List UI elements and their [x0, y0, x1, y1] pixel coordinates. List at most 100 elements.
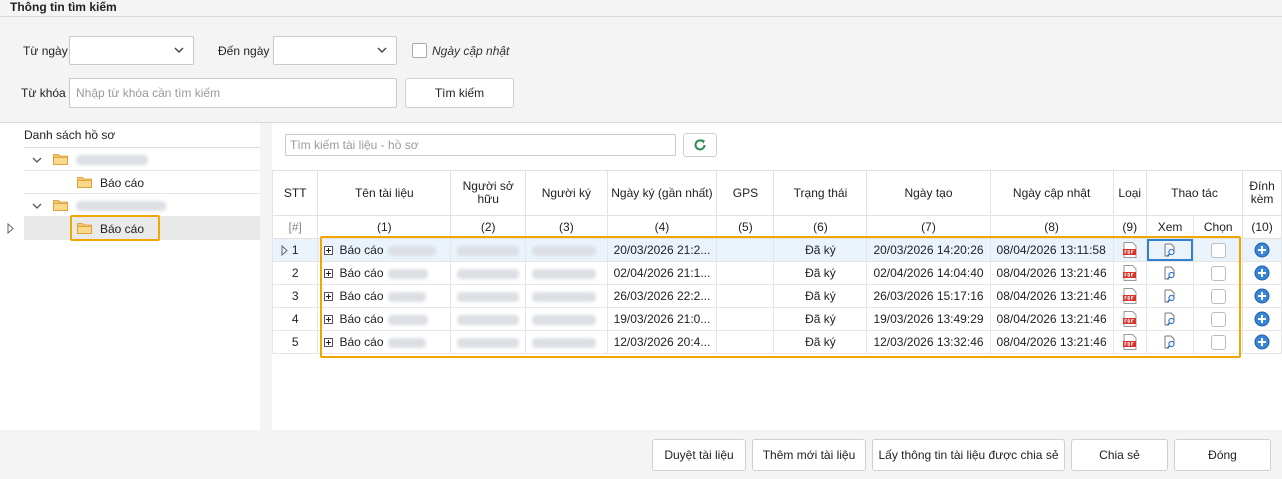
view-document-icon[interactable] [1163, 289, 1177, 304]
select-cell[interactable] [1193, 284, 1244, 308]
add-document-button[interactable]: Thêm mới tài liệu [752, 439, 866, 471]
gps-cell [716, 330, 775, 354]
signer-cell [525, 330, 608, 354]
column-header[interactable]: Người sở hữu [450, 170, 527, 216]
view-cell[interactable] [1145, 307, 1195, 331]
expand-icon[interactable] [324, 246, 334, 256]
keyword-input[interactable] [69, 78, 397, 108]
view-document-icon[interactable] [1163, 335, 1177, 350]
view-cell[interactable] [1145, 238, 1195, 262]
select-cell[interactable] [1193, 238, 1244, 262]
tree-node[interactable] [24, 194, 260, 217]
attachment-cell[interactable] [1242, 284, 1282, 308]
review-document-button[interactable]: Duyệt tài liệu [652, 439, 746, 471]
column-header[interactable]: Ngày ký (gần nhất) [606, 170, 718, 216]
signer-cell [525, 261, 608, 285]
tree-node-selected[interactable]: Báo cáo [24, 217, 260, 240]
redacted-text [76, 201, 166, 211]
view-document-icon[interactable] [1163, 312, 1177, 327]
add-attachment-icon[interactable] [1254, 265, 1270, 281]
column-header[interactable]: GPS [716, 170, 775, 216]
tree-node-label: Báo cáo [100, 222, 145, 236]
document-grid-panel: STT Tên tài liệu Người sở hữu Người ký N… [271, 123, 1282, 430]
redacted-text [532, 337, 597, 348]
view-document-icon[interactable] [1163, 266, 1177, 281]
attachment-cell[interactable] [1242, 307, 1282, 331]
select-checkbox[interactable] [1210, 288, 1226, 304]
keyword-label: Từ khóa [21, 86, 66, 100]
from-date-label: Từ ngày [23, 44, 68, 58]
select-cell[interactable] [1193, 330, 1244, 354]
to-date-picker[interactable] [273, 36, 397, 65]
share-button[interactable]: Chia sẻ [1071, 439, 1168, 471]
column-header[interactable]: Tên tài liệu [317, 170, 452, 216]
updated-date-checkbox[interactable] [412, 43, 427, 58]
expand-icon[interactable] [324, 269, 334, 279]
document-name-cell[interactable]: Báo cáo [317, 330, 452, 354]
column-header[interactable]: Loại [1112, 170, 1147, 216]
table-row[interactable]: 4 Báo cáo 19/03/2026 21:0... Đã ký 19/03/202… [271, 307, 1282, 331]
view-cell[interactable] [1145, 284, 1195, 308]
updated-date-cell: 08/04/2026 13:21:46 [989, 261, 1114, 285]
table-row[interactable]: 2 Báo cáo 02/04/2026 21:1... Đã ký 02/04/202… [271, 261, 1282, 285]
column-header[interactable]: Thao tác [1145, 170, 1244, 216]
document-name-cell[interactable]: Báo cáo [317, 284, 452, 308]
column-header[interactable]: Ngày cập nhật [989, 170, 1114, 216]
document-name: Báo cáo [339, 312, 384, 326]
select-cell[interactable] [1193, 307, 1244, 331]
document-name-cell[interactable]: Báo cáo [317, 238, 452, 262]
view-cell[interactable] [1145, 261, 1195, 285]
column-header[interactable]: STT [271, 170, 319, 216]
chevron-down-icon [32, 157, 42, 163]
document-name-cell[interactable]: Báo cáo [317, 261, 452, 285]
close-button[interactable]: Đóng [1174, 439, 1271, 471]
panel-title: Thông tin tìm kiếm [10, 0, 117, 14]
view-cell[interactable] [1145, 330, 1195, 354]
select-checkbox[interactable] [1210, 265, 1226, 281]
view-document-icon[interactable] [1163, 243, 1177, 258]
search-button[interactable]: Tìm kiếm [405, 78, 514, 108]
add-attachment-icon[interactable] [1254, 334, 1270, 350]
refresh-button[interactable] [683, 133, 717, 157]
add-attachment-icon[interactable] [1254, 288, 1270, 304]
document-table: STT Tên tài liệu Người sở hữu Người ký N… [271, 170, 1282, 354]
updated-date-label: Ngày cập nhật [432, 44, 510, 58]
type-cell [1112, 261, 1147, 285]
redacted-text [532, 314, 597, 325]
add-attachment-icon[interactable] [1254, 242, 1270, 258]
select-cell[interactable] [1193, 261, 1244, 285]
document-search-input[interactable] [285, 134, 676, 156]
document-name-cell[interactable]: Báo cáo [317, 307, 452, 331]
get-shared-document-button[interactable]: Lấy thông tin tài liệu được chia sẻ [872, 439, 1065, 471]
column-header[interactable]: Đính kèm [1242, 170, 1282, 216]
add-attachment-icon[interactable] [1254, 311, 1270, 327]
created-date-cell: 26/03/2026 15:17:16 [866, 284, 991, 308]
select-checkbox[interactable] [1210, 242, 1226, 258]
column-header[interactable]: Trạng thái [773, 170, 868, 216]
attachment-cell[interactable] [1242, 330, 1282, 354]
tree-node[interactable] [24, 148, 260, 171]
column-subheader: [#] [271, 215, 319, 239]
table-row[interactable]: 5 Báo cáo 12/03/2026 20:4... Đã ký 12/03/202… [271, 330, 1282, 354]
expand-icon[interactable] [324, 292, 334, 302]
select-checkbox[interactable] [1210, 311, 1226, 327]
tree-node-label: Báo cáo [100, 176, 145, 190]
tree-node[interactable]: Báo cáo [24, 171, 260, 194]
column-header[interactable]: Người ký [525, 170, 608, 216]
redacted-text [387, 314, 428, 325]
table-row[interactable]: 3 Báo cáo 26/03/2026 22:2... Đã ký 26/03/202… [271, 284, 1282, 308]
column-header[interactable]: Ngày tạo [866, 170, 991, 216]
table-row[interactable]: 1 Báo cáo 20/03/2026 21:2... Đã ký 20/03/202… [271, 238, 1282, 262]
pdf-file-icon [1122, 242, 1137, 258]
row-number: 1 [271, 238, 319, 262]
chevron-down-icon [377, 47, 387, 53]
column-subheader: (10) [1242, 215, 1282, 239]
from-date-picker[interactable] [69, 36, 194, 65]
expand-icon[interactable] [324, 338, 334, 348]
select-checkbox[interactable] [1210, 334, 1226, 350]
attachment-cell[interactable] [1242, 261, 1282, 285]
signed-date-cell: 02/04/2026 21:1... [606, 261, 718, 285]
expand-icon[interactable] [324, 315, 334, 325]
redacted-text [387, 268, 428, 279]
attachment-cell[interactable] [1242, 238, 1282, 262]
